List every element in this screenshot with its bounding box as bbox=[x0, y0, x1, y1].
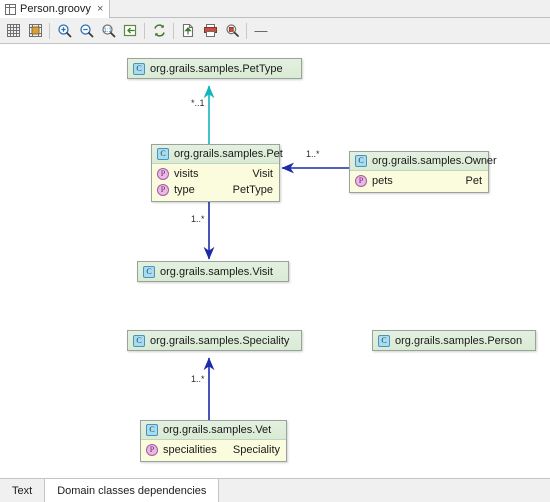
edge-label-pet-to-visit: 1..* bbox=[191, 214, 205, 224]
member-name: type bbox=[174, 184, 195, 196]
uml-node-members: P specialities Speciality bbox=[141, 440, 286, 461]
uml-node-title: org.grails.samples.Pet bbox=[174, 148, 283, 160]
tab-filler bbox=[219, 479, 550, 502]
toolbar-separator bbox=[246, 22, 247, 39]
snap-grid-icon bbox=[28, 24, 42, 37]
uml-node-title: org.grails.samples.PetType bbox=[150, 62, 283, 75]
property-icon: P bbox=[146, 444, 158, 456]
zoom-in-button[interactable] bbox=[53, 20, 75, 42]
actual-size-icon: 1:1 bbox=[101, 24, 115, 38]
class-icon: C bbox=[378, 334, 390, 347]
uml-node-pettype[interactable]: C org.grails.samples.PetType bbox=[127, 58, 302, 79]
uml-node-title: org.grails.samples.Visit bbox=[160, 265, 273, 278]
uml-node-header: C org.grails.samples.Person bbox=[373, 331, 535, 350]
print-button[interactable] bbox=[199, 20, 221, 42]
uml-node-title: org.grails.samples.Owner bbox=[372, 155, 497, 167]
uml-node-header: C org.grails.samples.Pet bbox=[152, 145, 283, 164]
uml-node-pet[interactable]: C org.grails.samples.Pet P visits Visit … bbox=[151, 144, 283, 202]
uml-node-title: org.grails.samples.Vet bbox=[163, 424, 272, 436]
uml-member-row[interactable]: P visits Visit bbox=[152, 166, 279, 182]
toolbar-separator bbox=[173, 22, 174, 39]
edge-label-owner-to-pet: 1..* bbox=[306, 149, 320, 159]
class-icon: C bbox=[355, 155, 367, 167]
edge-label-vet-to-speciality: 1..* bbox=[191, 374, 205, 384]
editor-tab-bar: Person.groovy × bbox=[0, 0, 550, 18]
member-name: visits bbox=[174, 168, 199, 180]
uml-node-header: C org.grails.samples.Vet bbox=[141, 421, 286, 440]
print-preview-button[interactable] bbox=[221, 20, 243, 42]
class-icon: C bbox=[146, 424, 158, 436]
uml-node-header: C org.grails.samples.Owner bbox=[350, 152, 497, 171]
snap-to-grid-button[interactable] bbox=[24, 20, 46, 42]
print-preview-icon bbox=[225, 24, 239, 37]
property-icon: P bbox=[355, 175, 367, 187]
uml-node-title: org.grails.samples.Person bbox=[395, 334, 523, 347]
member-type: PetType bbox=[232, 184, 273, 196]
fit-content-icon bbox=[123, 24, 136, 37]
uml-node-header: C org.grails.samples.Visit bbox=[138, 262, 288, 281]
diagram-toolbar: 1:1 — bbox=[0, 18, 550, 44]
edge-label-pet-to-pettype: *..1 bbox=[191, 98, 205, 108]
property-icon: P bbox=[157, 184, 169, 196]
collapse-button[interactable]: — bbox=[250, 23, 272, 38]
refresh-icon bbox=[153, 24, 165, 37]
editor-tab-person-groovy[interactable]: Person.groovy × bbox=[0, 0, 111, 18]
fit-content-button[interactable] bbox=[119, 20, 141, 42]
uml-node-speciality[interactable]: C org.grails.samples.Speciality bbox=[127, 330, 302, 351]
editor-tab-label: Person.groovy bbox=[20, 3, 91, 15]
uml-node-members: P visits Visit P type PetType bbox=[152, 164, 279, 201]
member-type: Speciality bbox=[232, 444, 280, 456]
close-icon[interactable]: × bbox=[97, 3, 103, 15]
zoom-out-icon bbox=[79, 24, 93, 38]
grid-icon bbox=[6, 24, 20, 37]
zoom-out-button[interactable] bbox=[75, 20, 97, 42]
svg-text:1:1: 1:1 bbox=[103, 28, 112, 34]
tab-domain-classes-dependencies[interactable]: Domain classes dependencies bbox=[45, 479, 220, 502]
class-icon: C bbox=[143, 265, 155, 278]
uml-node-vet[interactable]: C org.grails.samples.Vet P specialities … bbox=[140, 420, 287, 462]
member-type: Pet bbox=[465, 175, 482, 187]
toolbar-separator bbox=[49, 22, 50, 39]
uml-node-title: org.grails.samples.Speciality bbox=[150, 334, 290, 347]
member-name: specialities bbox=[163, 444, 217, 456]
member-name: pets bbox=[372, 175, 393, 187]
diagram-canvas[interactable]: *..1 1..* 1..* 1..* C org.grails.samples… bbox=[0, 44, 550, 478]
uml-node-owner[interactable]: C org.grails.samples.Owner P pets Pet bbox=[349, 151, 497, 193]
uml-node-header: C org.grails.samples.Speciality bbox=[128, 331, 301, 350]
zoom-in-icon bbox=[57, 24, 71, 38]
refresh-button[interactable] bbox=[148, 20, 170, 42]
uml-member-row[interactable]: P pets Pet bbox=[350, 173, 488, 189]
tab-text[interactable]: Text bbox=[0, 479, 46, 502]
class-icon: C bbox=[157, 148, 169, 160]
file-icon bbox=[5, 3, 16, 15]
property-icon: P bbox=[157, 168, 169, 180]
uml-node-person[interactable]: C org.grails.samples.Person bbox=[372, 330, 536, 351]
editor-view-tabs: Text Domain classes dependencies bbox=[0, 478, 550, 502]
class-icon: C bbox=[133, 334, 145, 347]
uml-node-visit[interactable]: C org.grails.samples.Visit bbox=[137, 261, 289, 282]
export-file-icon bbox=[182, 23, 193, 38]
print-icon bbox=[203, 24, 217, 37]
actual-size-button[interactable]: 1:1 bbox=[97, 20, 119, 42]
toolbar-separator bbox=[144, 22, 145, 39]
class-icon: C bbox=[133, 62, 145, 75]
uml-member-row[interactable]: P type PetType bbox=[152, 182, 279, 198]
uml-node-header: C org.grails.samples.PetType bbox=[128, 59, 301, 78]
show-grid-button[interactable] bbox=[2, 20, 24, 42]
export-to-file-button[interactable] bbox=[177, 20, 199, 42]
member-type: Visit bbox=[252, 168, 273, 180]
uml-member-row[interactable]: P specialities Speciality bbox=[141, 442, 286, 458]
uml-node-members: P pets Pet bbox=[350, 171, 488, 192]
